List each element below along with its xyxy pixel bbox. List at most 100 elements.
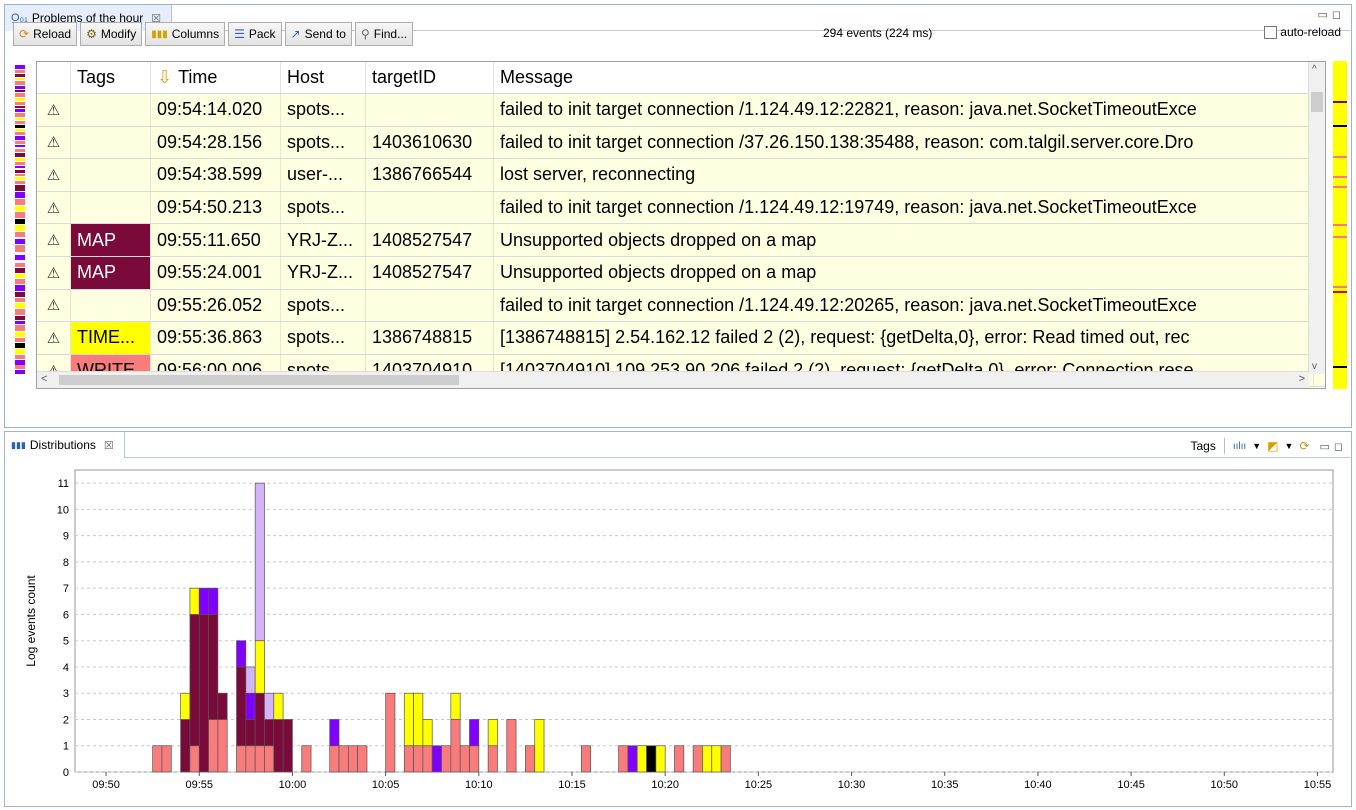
overview-marker xyxy=(15,206,25,211)
bar-chart-icon: ▮▮▮ xyxy=(11,439,26,450)
histogram-bar-segment xyxy=(245,666,256,694)
histogram-bar-segment xyxy=(450,692,461,720)
histogram-bar-segment xyxy=(254,692,265,747)
histogram-bar-segment xyxy=(506,719,517,773)
modify-button[interactable]: ⚙ Modify xyxy=(80,22,143,46)
ruler-marker xyxy=(1333,176,1347,178)
warning-icon: ⚠ xyxy=(37,94,71,126)
table-row[interactable]: ⚠ 09:54:38.599 user-... 1386766544 lost serv… xyxy=(37,159,1325,192)
y-tick-label: 1 xyxy=(63,741,69,753)
overview-marker xyxy=(15,158,25,161)
maximize-icon[interactable]: ◻ xyxy=(1332,9,1345,21)
overview-marker xyxy=(15,309,25,315)
histogram-bar-segment xyxy=(189,587,200,615)
send-icon: ↗ xyxy=(290,27,301,41)
overview-marker xyxy=(15,298,25,302)
problems-panel: O̲₀₁ Problems of the hour ☒ ▭◻ ⟳ Reload ⚙… xyxy=(4,4,1352,428)
horizontal-scrollbar[interactable]: < > xyxy=(37,371,1309,388)
event-marker-ruler[interactable] xyxy=(1333,61,1347,389)
targetid-cell: 1386748815 xyxy=(366,322,494,354)
column-header-time[interactable]: ⇩ Time xyxy=(151,62,281,93)
close-icon[interactable]: ☒ xyxy=(104,439,114,452)
histogram-bar-segment xyxy=(413,745,424,773)
histogram-bar-segment xyxy=(208,614,219,720)
overview-marker xyxy=(15,90,25,92)
columns-button[interactable]: ▮▮▮ Columns xyxy=(145,22,226,46)
histogram-bar-segment xyxy=(254,640,265,694)
overview-marker xyxy=(15,338,25,342)
scroll-right-icon[interactable]: > xyxy=(1299,373,1305,385)
overview-marker xyxy=(15,303,25,308)
overview-marker xyxy=(15,212,25,218)
send-to-button[interactable]: ↗ Send to xyxy=(284,22,352,46)
histogram-bar-segment xyxy=(655,745,666,773)
histogram-bar-segment xyxy=(152,745,163,773)
table-row[interactable]: ⚠ MAP 09:55:11.650 YRJ-Z... 1408527547 Unsupp… xyxy=(37,224,1325,257)
histogram-icon[interactable]: ıılıı xyxy=(1233,441,1246,452)
histogram-bar-segment xyxy=(459,745,470,773)
histogram-bar-segment xyxy=(189,745,200,773)
overview-marker xyxy=(15,199,25,205)
histogram-bar-segment xyxy=(264,719,275,747)
histogram-bar-segment xyxy=(329,719,340,747)
column-header-host[interactable]: Host xyxy=(281,62,366,93)
column-header-targetid[interactable]: targetID xyxy=(366,62,494,93)
y-tick-label: 7 xyxy=(63,583,69,595)
minimize-icon[interactable]: ▭ xyxy=(1319,440,1329,453)
host-cell: YRJ-Z... xyxy=(281,256,366,289)
overview-marker xyxy=(15,343,25,348)
table-row[interactable]: ⚠ 09:54:50.213 spots... failed to init targ… xyxy=(37,191,1325,225)
histogram-bar-segment xyxy=(236,745,247,773)
minimize-icon[interactable]: ▭ xyxy=(1317,9,1331,21)
chevron-down-icon[interactable]: ▼ xyxy=(1252,441,1261,451)
refresh-icon[interactable]: ⟳ xyxy=(1299,439,1309,453)
message-cell: failed to init target connection /1.124.… xyxy=(494,94,1314,126)
tag-icon[interactable]: ◩ xyxy=(1267,439,1278,453)
overview-marker xyxy=(15,316,25,320)
table-row[interactable]: ⚠ 09:54:14.020 spots... failed to init targ… xyxy=(37,94,1325,127)
pack-button[interactable]: ☰ Pack xyxy=(228,22,282,46)
column-header-message[interactable]: Message xyxy=(494,62,1314,93)
scroll-left-icon[interactable]: < xyxy=(41,373,47,385)
tab-distributions[interactable]: ▮▮▮ Distributions ☒ xyxy=(5,432,125,458)
maximize-icon[interactable]: ◻ xyxy=(1334,440,1343,453)
table-row[interactable]: ⚠ TIME... 09:55:36.863 spots... 1386748815 [1… xyxy=(37,322,1325,355)
targetid-cell xyxy=(366,289,494,322)
tab-title: Distributions xyxy=(29,438,96,452)
column-header-tags[interactable]: Tags xyxy=(71,62,151,93)
targetid-cell: 1408527547 xyxy=(366,224,494,256)
scroll-up-icon[interactable]: ^ xyxy=(1312,64,1317,75)
time-cell: 09:54:14.020 xyxy=(151,94,281,126)
overview-marker xyxy=(15,162,25,165)
overview-marker xyxy=(15,181,25,184)
overview-marker xyxy=(15,81,25,85)
events-table[interactable]: Tags ⇩ Time Host targetID Message ⚠ 09:54:… xyxy=(36,61,1326,389)
table-row[interactable]: ⚠ MAP 09:55:24.001 YRJ-Z... 1408527547 Unsupp… xyxy=(37,256,1325,290)
host-cell: spots... xyxy=(281,289,366,322)
table-body: ⚠ 09:54:14.020 spots... failed to init targ… xyxy=(37,94,1325,388)
event-count-status: 294 events (224 ms) xyxy=(823,26,933,40)
column-header-icon[interactable] xyxy=(37,62,71,93)
targetid-cell: 1403610630 xyxy=(366,126,494,159)
find-button[interactable]: ⚲ Find... xyxy=(354,22,414,46)
histogram-bar-segment xyxy=(264,745,275,773)
table-row[interactable]: ⚠ 09:54:28.156 spots... 1403610630 failed to… xyxy=(37,126,1325,160)
chevron-down-icon[interactable]: ▼ xyxy=(1284,441,1293,451)
reload-button[interactable]: ⟳ Reload xyxy=(13,22,78,46)
auto-reload-checkbox[interactable]: auto-reload xyxy=(1264,25,1341,39)
vertical-scrollbar[interactable]: ^ v xyxy=(1308,62,1325,374)
scroll-down-icon[interactable]: v xyxy=(1312,361,1317,372)
log-overview-strip[interactable] xyxy=(15,65,25,375)
vertical-scroll-thumb[interactable] xyxy=(1311,92,1323,112)
y-tick-label: 2 xyxy=(63,714,69,726)
overview-marker xyxy=(15,141,25,144)
overview-marker xyxy=(15,98,25,101)
horizontal-scroll-thumb[interactable] xyxy=(59,375,459,385)
distribution-toolbar: Tags ıılıı ▼ ◩ ▼ ⟳ ▭ ◻ xyxy=(1191,438,1343,454)
table-row[interactable]: ⚠ 09:55:26.052 spots... failed to init targ… xyxy=(37,289,1325,323)
message-cell: failed to init target connection /1.124.… xyxy=(494,289,1314,322)
checkbox-box[interactable] xyxy=(1264,25,1278,39)
histogram-bar-segment xyxy=(525,745,536,773)
x-tick-label: 10:40 xyxy=(1024,779,1052,788)
overview-marker xyxy=(15,132,25,135)
